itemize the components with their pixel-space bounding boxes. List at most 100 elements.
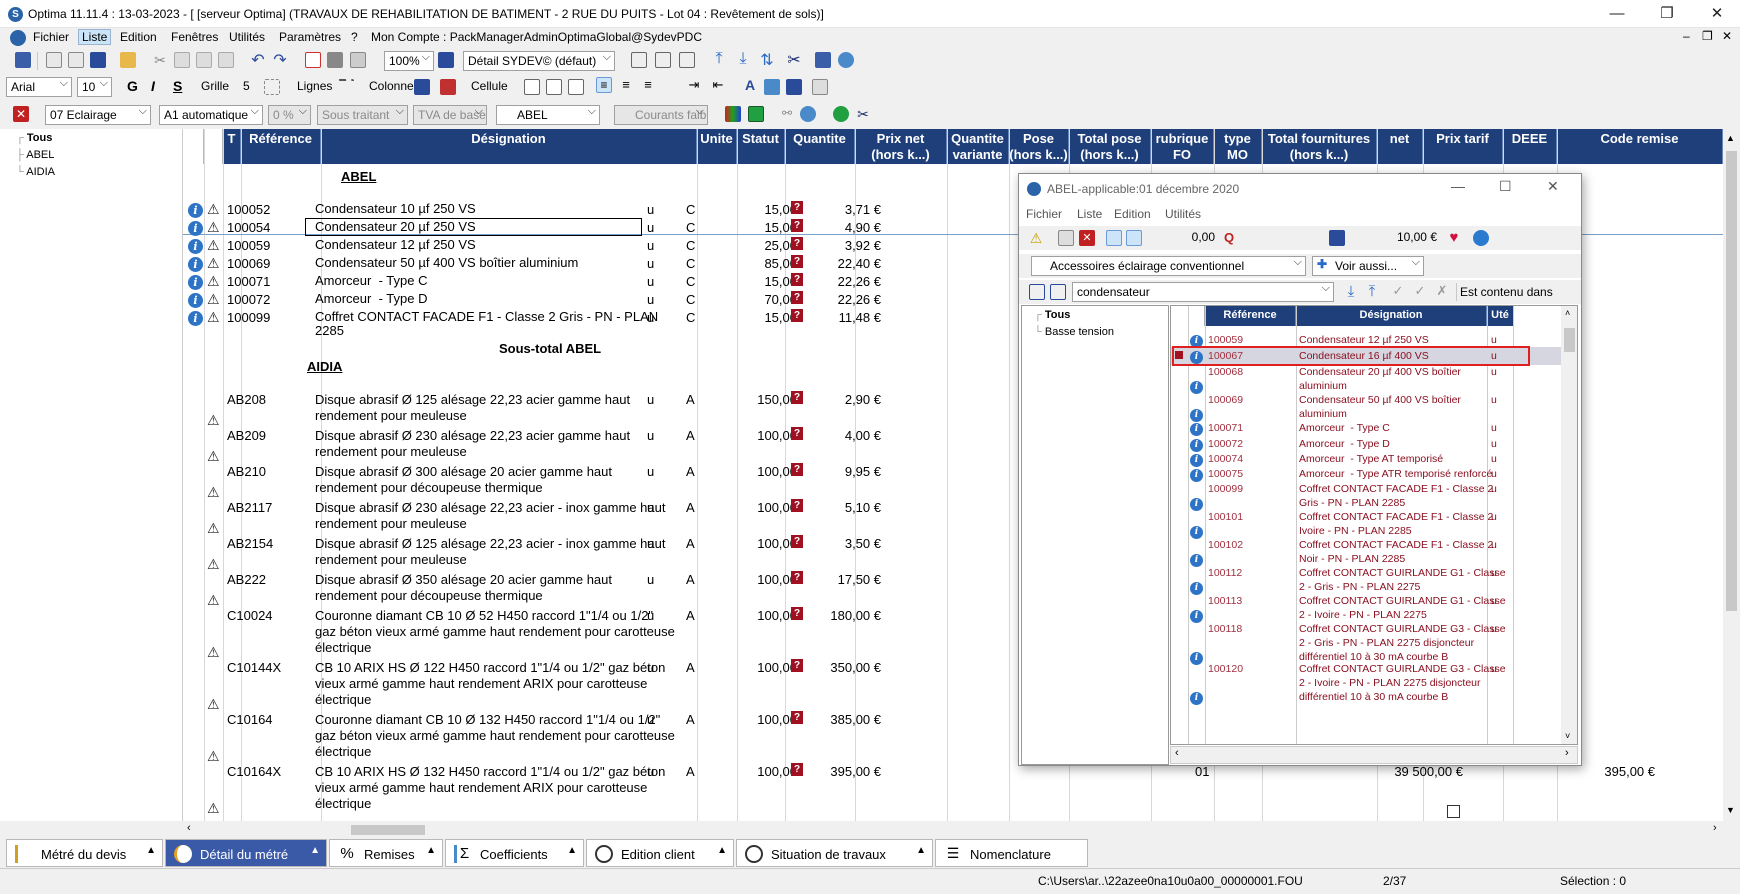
dialog-row-reference[interactable]: 100102 — [1208, 538, 1243, 552]
column-icon[interactable] — [414, 79, 430, 95]
font-select[interactable]: Arial — [6, 77, 72, 97]
row-designation[interactable]: Couronne diamant CB 10 Ø 132 H450 raccor… — [315, 712, 675, 760]
dialog-row-designation[interactable]: Condensateur 50 µf 400 VS boîtier alumin… — [1299, 393, 1461, 421]
row-quantity[interactable]: 100,00 — [729, 428, 797, 444]
menu-help[interactable]: ? — [351, 30, 358, 44]
dialog-info-icon[interactable]: i — [1190, 652, 1203, 665]
filter-icon[interactable]: ✓ — [1390, 283, 1406, 299]
close-button[interactable]: ✕ — [1694, 0, 1740, 28]
list-view-icon[interactable] — [679, 52, 695, 68]
row-quantity[interactable]: 150,00 — [729, 392, 797, 408]
save-view-icon[interactable] — [438, 52, 454, 68]
scroll-thumb[interactable] — [1726, 151, 1737, 611]
menu-account[interactable]: Mon Compte : PackManagerAdminOptimaGloba… — [371, 30, 702, 44]
tab-metre-devis[interactable]: Métré du devis ▲ — [6, 839, 163, 867]
search-down-icon[interactable]: ⤓ — [1343, 283, 1359, 300]
row-designation[interactable]: CB 10 ARIX HS Ø 122 H450 raccord 1"1/4 o… — [315, 660, 665, 708]
align-center-icon[interactable]: ≡ — [618, 77, 634, 93]
col-header-pose[interactable]: Pose (hors k...) — [1009, 129, 1069, 164]
print-preview-icon[interactable] — [350, 52, 366, 68]
row-quantity[interactable]: 70,00 — [729, 292, 797, 308]
row-quantity[interactable]: 100,00 — [729, 608, 797, 624]
format-painter-icon[interactable] — [786, 79, 802, 95]
grid-vertical-scrollbar[interactable]: ▲ ▼ — [1723, 129, 1740, 821]
row-designation[interactable]: Condensateur 50 µf 400 VS boîtier alumin… — [315, 256, 578, 270]
split-view-icon[interactable] — [655, 52, 671, 68]
tab-remises[interactable]: % Remises ▲ — [329, 839, 443, 867]
outdent-icon[interactable]: ⇤ — [710, 77, 726, 93]
dialog-row-designation[interactable]: Coffret CONTACT GUIRLANDE G3 - Classe 2 … — [1299, 662, 1506, 704]
scroll-right-icon[interactable]: › — [1713, 822, 1717, 834]
dialog-info-icon[interactable]: i — [1190, 692, 1203, 705]
dialog-menu-utilites[interactable]: Utilités — [1165, 207, 1201, 221]
dialog-row-designation[interactable]: Amorceur - Type D — [1299, 437, 1390, 451]
align-left-icon[interactable]: ≡ — [596, 77, 612, 93]
move-updown-icon[interactable]: ⇅ — [759, 50, 775, 69]
dialog-info-icon[interactable]: i — [1190, 582, 1203, 595]
dialog-hscroll[interactable]: ‹ › — [1170, 746, 1578, 764]
filter-clear-icon[interactable]: ✗ — [1434, 283, 1450, 299]
pdf-icon[interactable] — [305, 52, 321, 68]
cut-icon[interactable]: ✂ — [152, 52, 168, 68]
info-icon[interactable]: i — [188, 311, 203, 326]
delete-icon[interactable]: ✕ — [13, 106, 29, 122]
dialog-row-reference[interactable]: 100118 — [1208, 622, 1242, 636]
move-bottom-icon[interactable]: ⤓ — [735, 50, 751, 67]
cell-border-mid-icon[interactable] — [546, 79, 562, 95]
scroll-up-icon[interactable]: ▲ — [1726, 133, 1735, 143]
tva-select[interactable]: TVA de base — [413, 105, 487, 125]
internet-icon[interactable] — [1473, 230, 1489, 246]
col-header-net[interactable]: net — [1377, 129, 1423, 164]
row-designation[interactable]: Disque abrasif Ø 125 alésage 22,23 acier… — [315, 536, 665, 568]
dialog-view1-icon[interactable] — [1106, 230, 1122, 246]
row-designation[interactable]: CB 10 ARIX HS Ø 132 H450 raccord 1"1/4 o… — [315, 764, 665, 812]
col-header-reference[interactable]: Référence — [241, 129, 321, 164]
search-combo[interactable] — [1072, 282, 1334, 302]
dialog-info-icon[interactable]: i — [1190, 526, 1203, 539]
dialog-info-icon[interactable]: i — [1190, 454, 1203, 467]
col-header-unite[interactable]: Unite — [697, 129, 737, 164]
font-size-select[interactable]: 10 — [77, 77, 112, 97]
dialog-tree-basse-tension[interactable]: └ Basse tension — [1034, 326, 1114, 338]
indent-icon[interactable]: ⇥ — [686, 77, 702, 93]
dialog-row-reference[interactable]: 100071 — [1208, 421, 1243, 435]
dialog-row-reference[interactable]: 100112 — [1208, 566, 1242, 580]
tree-item-abel[interactable]: ├ ABEL — [16, 149, 54, 161]
row-designation[interactable]: Condensateur 10 µf 250 VS — [315, 202, 476, 216]
row-designation[interactable]: Disque abrasif Ø 300 alésage 20 acier ga… — [315, 464, 612, 496]
info-icon[interactable]: i — [188, 221, 203, 236]
col-header-statut[interactable]: Statut — [737, 129, 785, 164]
col-header-code-remise[interactable]: Code remise — [1557, 129, 1723, 164]
dialog-row-designation[interactable]: Coffret CONTACT GUIRLANDE G1 - Classe 2 … — [1299, 566, 1506, 594]
row-designation[interactable]: Coffret CONTACT FACADE F1 - Classe 2 Gri… — [315, 310, 658, 338]
sync-icon[interactable] — [838, 52, 854, 68]
row-quantity[interactable]: 100,00 — [729, 464, 797, 480]
new-window-icon[interactable] — [15, 52, 31, 68]
dialog-info-icon[interactable]: i — [1190, 381, 1203, 394]
paste-icon[interactable] — [196, 52, 212, 68]
dialog-row-reference[interactable]: 100113 — [1208, 594, 1242, 608]
grid-view-icon[interactable] — [631, 52, 647, 68]
row-quantity[interactable]: 100,00 — [729, 712, 797, 728]
dialog-scroll-up-icon[interactable]: ˄ — [1565, 308, 1570, 318]
dialog-row-reference[interactable]: 100059 — [1208, 333, 1243, 347]
row-quantity[interactable]: 100,00 — [729, 764, 797, 780]
fill-color-icon[interactable] — [764, 79, 780, 95]
expand-icon[interactable] — [1029, 284, 1045, 300]
dialog-row-reference[interactable]: 100069 — [1208, 393, 1243, 407]
favorite-icon[interactable]: ♥ — [1446, 229, 1462, 246]
search-input[interactable] — [1077, 285, 1297, 299]
dialog-row-reference[interactable]: 100120 — [1208, 662, 1243, 676]
dialog-scroll-right-icon[interactable]: › — [1565, 747, 1569, 759]
chapter-select[interactable]: 07 Eclairage — [45, 105, 151, 125]
dialog-value1[interactable]: 0,00 — [1167, 230, 1215, 244]
dialog-scroll-left-icon[interactable]: ‹ — [1175, 747, 1179, 759]
cell-border-top-icon[interactable] — [524, 79, 540, 95]
dialog-vscroll[interactable]: ˄ ˅ — [1561, 306, 1577, 744]
dialog-row-designation[interactable]: Condensateur 20 µf 400 VS boîtier alumin… — [1299, 365, 1461, 393]
bold-button[interactable]: G — [127, 78, 138, 94]
filter-add-icon[interactable]: ✓ — [1412, 283, 1428, 299]
grid-horizontal-scrollbar[interactable]: ‹ › — [183, 821, 1723, 838]
subcontract-select[interactable]: Sous traitant — [317, 105, 408, 125]
dialog-row-reference[interactable]: 100075 — [1208, 467, 1243, 481]
